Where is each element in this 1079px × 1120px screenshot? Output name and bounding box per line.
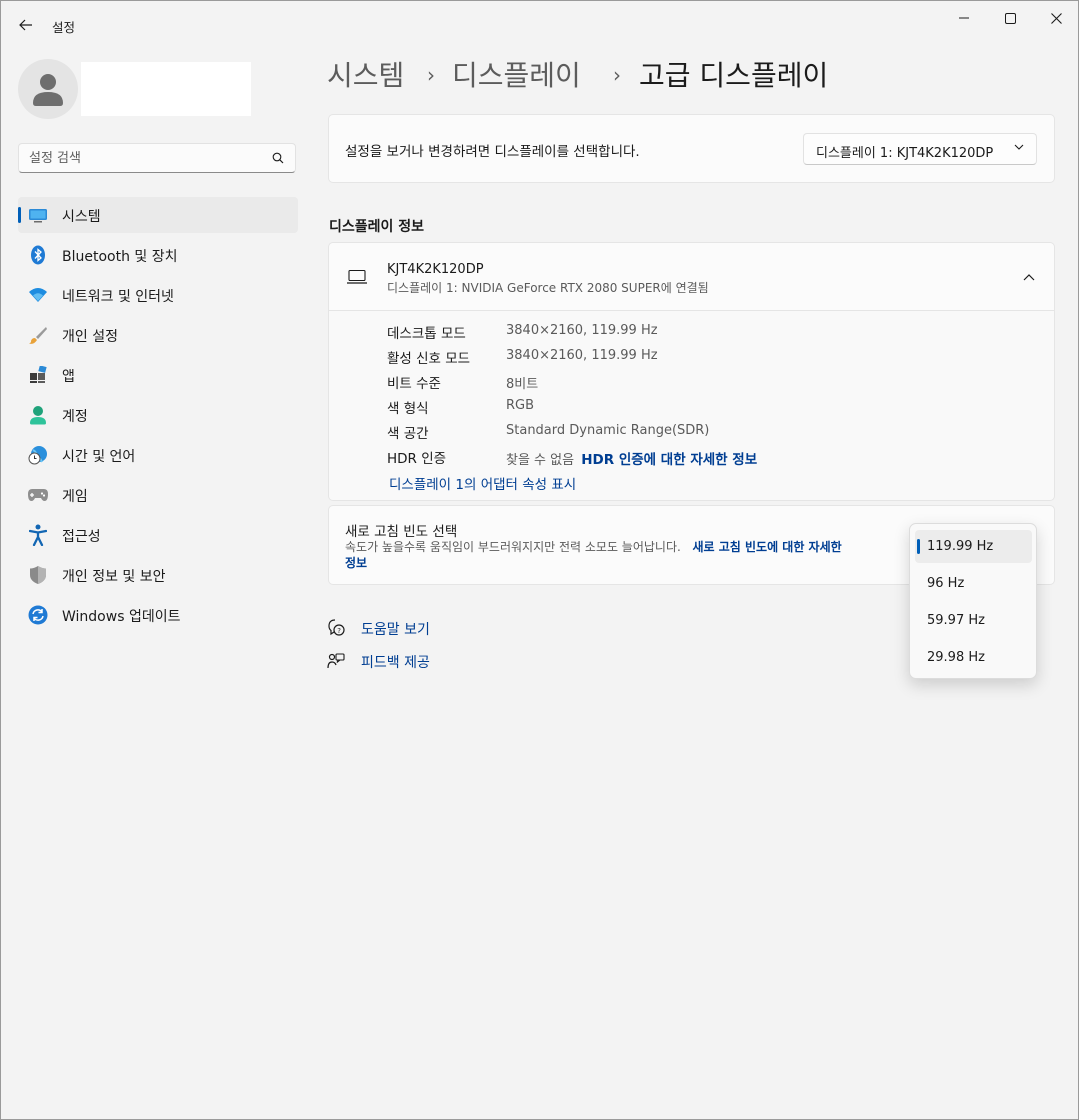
option-label: 29.98 Hz	[927, 650, 985, 665]
maximize-button[interactable]	[987, 1, 1033, 35]
page-title: 고급 디스플레이	[639, 59, 829, 92]
info-label-color-space: 색 공간	[387, 426, 429, 442]
back-button[interactable]	[11, 11, 41, 39]
minimize-button[interactable]	[941, 1, 987, 35]
breadcrumb-separator: ›	[613, 63, 621, 87]
info-label-desktop-mode: 데스크톱 모드	[387, 326, 466, 342]
hdr-info-link[interactable]: HDR 인증에 대한 자세한 정보	[581, 452, 757, 468]
breadcrumb-display[interactable]: 디스플레이	[452, 58, 581, 94]
section-title-display-info: 디스플레이 정보	[329, 219, 425, 235]
close-icon	[1050, 12, 1062, 24]
svg-text:?: ?	[337, 627, 341, 635]
back-arrow-icon	[19, 19, 32, 31]
sidebar-item-label: 게임	[62, 489, 88, 505]
sidebar-item-network[interactable]: 네트워크 및 인터넷	[18, 277, 298, 313]
sidebar-item-system[interactable]: 시스템	[18, 197, 298, 233]
sidebar-item-time-language[interactable]: 시간 및 언어	[18, 437, 298, 473]
avatar[interactable]	[18, 59, 78, 119]
refresh-rate-flyout: 119.99 Hz 96 Hz 59.97 Hz 29.98 Hz	[909, 523, 1037, 679]
sidebar-item-gaming[interactable]: 게임	[18, 477, 298, 513]
sidebar-item-accessibility[interactable]: 접근성	[18, 517, 298, 553]
refresh-rate-description: 속도가 높을수록 움직임이 부드러워지지만 전력 소모도 늘어납니다.	[345, 540, 681, 554]
info-value-color-format: RGB	[506, 398, 535, 413]
feedback-link[interactable]: 피드백 제공	[361, 652, 430, 672]
get-help-link[interactable]: 도움말 보기	[361, 619, 430, 639]
display-dropdown[interactable]: 디스플레이 1: KJT4K2K120DP	[803, 133, 1037, 165]
sidebar-item-label: 네트워크 및 인터넷	[62, 289, 174, 305]
info-label-active-signal: 활성 신호 모드	[387, 351, 471, 367]
time-language-icon	[27, 445, 49, 465]
account-name-redacted	[81, 62, 251, 116]
sidebar-item-label: 시스템	[62, 209, 101, 225]
gamepad-icon	[27, 485, 49, 505]
info-value-active-signal: 3840×2160, 119.99 Hz	[506, 348, 658, 363]
info-value-desktop-mode: 3840×2160, 119.99 Hz	[506, 323, 658, 338]
sidebar-item-label: 개인 정보 및 보안	[62, 569, 166, 585]
info-label-bit-depth: 비트 수준	[387, 376, 441, 392]
refresh-rate-description-block: 속도가 높을수록 움직임이 부드러워지지만 전력 소모도 늘어납니다. 새로 고…	[345, 539, 890, 571]
display-select-prompt: 설정을 보거나 변경하려면 디스플레이를 선택합니다.	[345, 144, 640, 160]
search-icon	[272, 152, 284, 164]
settings-window: 설정 시스템 Bluetooth 및 장치 네트워크	[0, 0, 1079, 1120]
close-button[interactable]	[1033, 1, 1079, 35]
help-icon: ?	[328, 619, 345, 636]
breadcrumb-separator: ›	[427, 63, 435, 87]
hdr-cert-value-row: 찾을 수 없음 HDR 인증에 대한 자세한 정보	[506, 448, 757, 468]
sidebar-item-label: 개인 설정	[62, 329, 118, 345]
search-box[interactable]	[18, 143, 296, 173]
info-value-color-space: Standard Dynamic Range(SDR)	[506, 423, 710, 438]
option-label: 96 Hz	[927, 576, 965, 591]
option-label: 119.99 Hz	[927, 539, 994, 554]
sidebar-item-label: 접근성	[62, 529, 101, 545]
info-value-bit-depth: 8비트	[506, 377, 539, 392]
refresh-rate-info-link-cont[interactable]: 정보	[345, 556, 367, 570]
breadcrumb-system[interactable]: 시스템	[327, 58, 404, 94]
info-label-hdr-cert: HDR 인증	[387, 451, 447, 467]
sidebar-item-personalization[interactable]: 개인 설정	[18, 317, 298, 353]
app-title: 설정	[52, 20, 76, 35]
accessibility-icon	[27, 524, 49, 546]
brush-icon	[27, 325, 49, 345]
wifi-icon	[27, 285, 49, 305]
search-input[interactable]	[29, 149, 259, 167]
refresh-option-59-97[interactable]: 59.97 Hz	[915, 604, 1032, 637]
info-label-color-format: 색 형식	[387, 401, 429, 417]
sidebar-item-bluetooth[interactable]: Bluetooth 및 장치	[18, 237, 298, 273]
system-icon	[27, 205, 49, 225]
refresh-option-29-98[interactable]: 29.98 Hz	[915, 641, 1032, 674]
sidebar-item-apps[interactable]: 앱	[18, 357, 298, 393]
refresh-rate-title: 새로 고침 빈도 선택	[345, 524, 458, 540]
sidebar-item-privacy[interactable]: 개인 정보 및 보안	[18, 557, 298, 593]
shield-icon	[27, 565, 49, 585]
chevron-up-icon[interactable]	[1023, 273, 1035, 281]
person-icon	[33, 74, 63, 106]
monitor-icon	[347, 269, 367, 284]
apps-icon	[27, 365, 49, 385]
feedback-icon	[327, 653, 345, 669]
refresh-option-96[interactable]: 96 Hz	[915, 567, 1032, 600]
info-value-hdr-cert: 찾을 수 없음	[506, 453, 575, 468]
display-dropdown-value: 디스플레이 1: KJT4K2K120DP	[816, 146, 994, 161]
monitor-subtitle: 디스플레이 1: NVIDIA GeForce RTX 2080 SUPER에 …	[387, 281, 709, 295]
refresh-rate-info-link[interactable]: 새로 고침 빈도에 대한 자세한	[692, 540, 841, 554]
update-icon	[27, 605, 49, 625]
minimize-icon	[959, 17, 969, 19]
option-label: 59.97 Hz	[927, 613, 985, 628]
adapter-properties-link[interactable]: 디스플레이 1의 어댑터 속성 표시	[389, 473, 576, 493]
account-icon	[27, 405, 49, 425]
chevron-down-icon	[1014, 144, 1024, 150]
bluetooth-icon	[27, 245, 49, 265]
sidebar-item-label: 계정	[62, 409, 88, 425]
sidebar-item-label: Windows 업데이트	[62, 609, 181, 625]
maximize-icon	[1004, 12, 1016, 24]
sidebar-item-accounts[interactable]: 계정	[18, 397, 298, 433]
sidebar-item-label: 앱	[62, 369, 75, 385]
monitor-name: KJT4K2K120DP	[387, 262, 484, 277]
refresh-option-119-99[interactable]: 119.99 Hz	[915, 530, 1032, 563]
sidebar-item-windows-update[interactable]: Windows 업데이트	[18, 597, 298, 633]
sidebar-item-label: Bluetooth 및 장치	[62, 249, 178, 265]
display-info-header[interactable]	[329, 243, 1054, 311]
sidebar-item-label: 시간 및 언어	[62, 449, 136, 465]
